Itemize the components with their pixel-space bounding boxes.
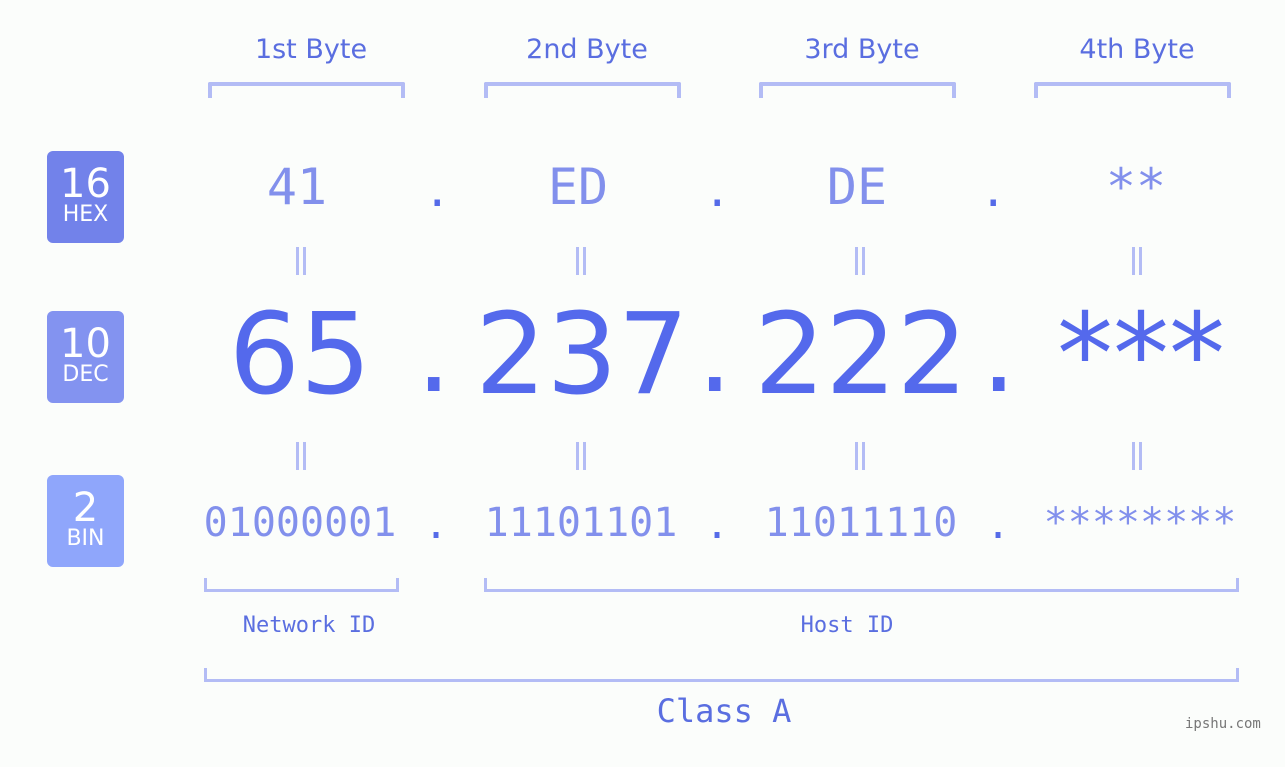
bin-label: BIN (66, 526, 105, 551)
bin-byte-3: 11011110 (764, 500, 958, 546)
bin-byte-4: ******** (1043, 500, 1237, 546)
dec-badge: 10 DEC (47, 311, 124, 403)
hex-byte-1: 41 (266, 158, 328, 216)
byte-header-4: 4th Byte (1079, 34, 1195, 65)
dec-dot-2: . (697, 288, 733, 418)
equals-icon (849, 442, 869, 470)
equals-icon (849, 247, 869, 275)
bin-badge: 2 BIN (47, 475, 124, 567)
class-label: Class A (656, 692, 792, 730)
equals-icon (1126, 247, 1146, 275)
class-bracket (204, 668, 1239, 682)
byte-bracket-3 (759, 82, 956, 98)
network-bracket (204, 578, 399, 592)
host-id-label: Host ID (800, 613, 894, 638)
hex-byte-4: ** (1105, 158, 1167, 216)
bin-dot-1: . (424, 502, 449, 548)
hex-byte-3: DE (826, 158, 888, 216)
bin-dot-3: . (986, 502, 1011, 548)
hex-dot-3: . (980, 166, 1007, 217)
byte-bracket-4 (1034, 82, 1231, 98)
hex-label: HEX (62, 202, 109, 227)
dec-byte-2: 237 (475, 290, 689, 420)
dec-byte-3: 222 (754, 290, 968, 420)
equals-icon (1126, 442, 1146, 470)
bin-byte-1: 01000001 (203, 500, 397, 546)
dec-label: DEC (62, 362, 109, 387)
network-id-label: Network ID (242, 613, 376, 638)
hex-badge: 16 HEX (47, 151, 124, 243)
byte-header-3: 3rd Byte (804, 34, 920, 65)
byte-bracket-1 (208, 82, 405, 98)
byte-bracket-2 (484, 82, 681, 98)
byte-header-2: 2nd Byte (526, 34, 648, 65)
dec-byte-4: *** (1057, 290, 1225, 420)
equals-icon (290, 442, 310, 470)
hex-dot-2: . (704, 166, 731, 217)
dec-byte-1: 65 (228, 290, 372, 420)
hex-dot-1: . (424, 166, 451, 217)
bin-base: 2 (72, 485, 99, 531)
hex-base: 16 (60, 161, 111, 207)
dec-base: 10 (60, 321, 111, 367)
dec-dot-1: . (416, 288, 452, 418)
watermark: ipshu.com (1185, 716, 1261, 732)
equals-icon (290, 247, 310, 275)
host-bracket (484, 578, 1239, 592)
hex-byte-2: ED (547, 158, 609, 216)
bin-dot-2: . (705, 502, 730, 548)
byte-header-1: 1st Byte (254, 34, 368, 65)
bin-byte-2: 11101101 (484, 500, 678, 546)
equals-icon (570, 247, 590, 275)
dec-dot-3: . (981, 288, 1017, 418)
equals-icon (570, 442, 590, 470)
